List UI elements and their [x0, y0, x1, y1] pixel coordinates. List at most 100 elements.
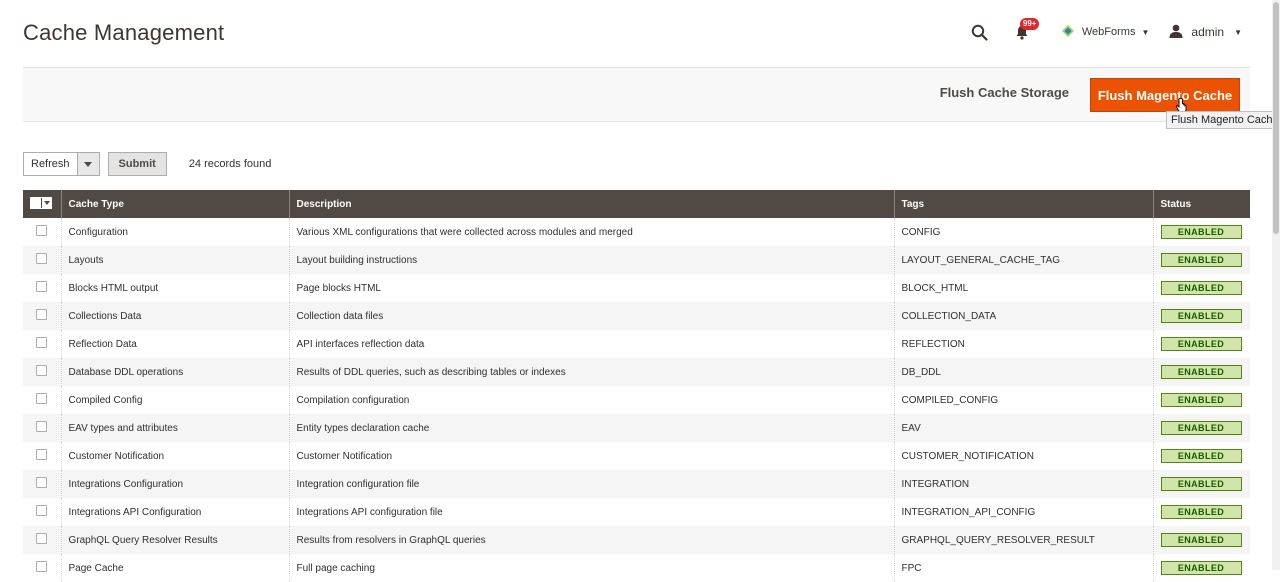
- row-checkbox[interactable]: [36, 393, 47, 404]
- scrollbar-thumb[interactable]: [1273, 2, 1279, 234]
- cache-type-cell: Reflection Data: [60, 330, 289, 358]
- cache-type-cell: Configuration: [60, 218, 289, 246]
- page-title: Cache Management: [23, 20, 225, 45]
- row-checkbox[interactable]: [36, 533, 47, 544]
- table-row[interactable]: Database DDL operations Results of DDL qu…: [23, 358, 1250, 386]
- row-checkbox[interactable]: [36, 505, 47, 516]
- mass-select-dropdown[interactable]: [30, 197, 52, 209]
- mass-action-select[interactable]: Refresh: [23, 152, 100, 176]
- status-badge: ENABLED: [1160, 337, 1242, 351]
- row-checkbox[interactable]: [36, 281, 47, 292]
- status-badge: ENABLED: [1160, 365, 1242, 379]
- status-cell: ENABLED: [1152, 330, 1250, 358]
- flush-magento-cache-button[interactable]: Flush Magento Cache: [1090, 78, 1240, 112]
- table-row[interactable]: GraphQL Query Resolver Results Results fr…: [23, 526, 1250, 554]
- status-badge: ENABLED: [1160, 561, 1242, 575]
- table-row[interactable]: EAV types and attributes Entity types dec…: [23, 414, 1250, 442]
- table-row[interactable]: Collections Data Collection data files COL…: [23, 302, 1250, 330]
- row-checkbox-cell: [23, 554, 61, 582]
- row-checkbox[interactable]: [36, 449, 47, 460]
- admin-label: admin: [1191, 25, 1225, 39]
- records-found-count: 24 records found: [188, 158, 272, 170]
- flush-cache-storage-button[interactable]: Flush Cache Storage: [940, 85, 1069, 100]
- notifications-button[interactable]: 99+: [1012, 18, 1040, 42]
- table-row[interactable]: Page Cache Full page caching FPC ENABLED: [23, 554, 1250, 582]
- row-checkbox-cell: [23, 526, 61, 554]
- status-badge: ENABLED: [1160, 505, 1242, 519]
- cache-type-cell: Layouts: [60, 246, 289, 274]
- status-badge: ENABLED: [1160, 421, 1242, 435]
- search-icon[interactable]: [970, 22, 990, 42]
- description-cell: Integrations API configuration file: [288, 498, 894, 526]
- tags-cell: EAV: [893, 414, 1153, 442]
- column-header-status[interactable]: Status: [1152, 190, 1250, 218]
- column-header-cache-type[interactable]: Cache Type: [60, 190, 289, 218]
- page-scrollbar[interactable]: [1272, 0, 1280, 570]
- status-badge: ENABLED: [1160, 533, 1242, 547]
- tooltip: Flush Magento Cache: [1166, 111, 1280, 129]
- row-checkbox-cell: [23, 330, 61, 358]
- submit-button[interactable]: Submit: [107, 152, 167, 176]
- status-cell: ENABLED: [1152, 498, 1250, 526]
- row-checkbox-cell: [23, 498, 61, 526]
- cache-types-grid: Cache Type Description Tags Status Confi…: [23, 190, 1250, 582]
- column-header-tags[interactable]: Tags: [893, 190, 1153, 218]
- row-checkbox[interactable]: [36, 365, 47, 376]
- tags-cell: BLOCK_HTML: [893, 274, 1153, 302]
- select-all-checkbox[interactable]: [31, 198, 42, 208]
- description-cell: Entity types declaration cache: [288, 414, 894, 442]
- cache-type-cell: Integrations API Configuration: [60, 498, 289, 526]
- row-checkbox-cell: [23, 358, 61, 386]
- grid-body: Configuration Various XML configurations …: [23, 218, 1250, 582]
- tags-cell: CONFIG: [893, 218, 1153, 246]
- description-cell: Collection data files: [288, 302, 894, 330]
- row-checkbox[interactable]: [36, 225, 47, 236]
- cache-type-cell: Database DDL operations: [60, 358, 289, 386]
- row-checkbox[interactable]: [36, 309, 47, 320]
- tags-cell: GRAPHQL_QUERY_RESOLVER_RESULT: [893, 526, 1153, 554]
- row-checkbox[interactable]: [36, 337, 47, 348]
- status-badge: ENABLED: [1160, 253, 1242, 267]
- table-row[interactable]: Blocks HTML output Page blocks HTML BLOCK_…: [23, 274, 1250, 302]
- table-row[interactable]: Integrations Configuration Integration co…: [23, 470, 1250, 498]
- status-badge: ENABLED: [1160, 449, 1242, 463]
- row-checkbox-cell: [23, 218, 61, 246]
- column-header-description[interactable]: Description: [288, 190, 894, 218]
- caret-down-icon: ▼: [1141, 27, 1150, 37]
- tags-cell: COMPILED_CONFIG: [893, 386, 1153, 414]
- cache-type-cell: Page Cache: [60, 554, 289, 582]
- row-checkbox-cell: [23, 442, 61, 470]
- description-cell: Customer Notification: [288, 442, 894, 470]
- table-row[interactable]: Reflection Data API interfaces reflection…: [23, 330, 1250, 358]
- status-cell: ENABLED: [1152, 302, 1250, 330]
- admin-user-menu[interactable]: admin ▼: [1169, 24, 1242, 41]
- table-row[interactable]: Configuration Various XML configurations …: [23, 218, 1250, 246]
- row-checkbox[interactable]: [36, 477, 47, 488]
- table-row[interactable]: Layouts Layout building instructions LAYOU…: [23, 246, 1250, 274]
- status-cell: ENABLED: [1152, 526, 1250, 554]
- header-actions: 99+ WebForms ▼ admin ▼: [970, 18, 1242, 46]
- status-cell: ENABLED: [1152, 442, 1250, 470]
- row-checkbox-cell: [23, 414, 61, 442]
- status-cell: ENABLED: [1152, 554, 1250, 582]
- table-row[interactable]: Customer Notification Customer Notificati…: [23, 442, 1250, 470]
- webforms-menu[interactable]: WebForms ▼: [1061, 24, 1150, 40]
- chevron-down-icon[interactable]: [76, 153, 99, 175]
- table-row[interactable]: Compiled Config Compilation configuration…: [23, 386, 1250, 414]
- row-checkbox-cell: [23, 274, 61, 302]
- grid-mass-actions: Refresh Submit 24 records found: [23, 152, 271, 176]
- row-checkbox-cell: [23, 470, 61, 498]
- row-checkbox[interactable]: [36, 561, 47, 572]
- description-cell: API interfaces reflection data: [288, 330, 894, 358]
- status-cell: ENABLED: [1152, 470, 1250, 498]
- description-cell: Full page caching: [288, 554, 894, 582]
- row-checkbox[interactable]: [36, 253, 47, 264]
- cache-type-cell: Blocks HTML output: [60, 274, 289, 302]
- table-row[interactable]: Integrations API Configuration Integratio…: [23, 498, 1250, 526]
- webforms-label: WebForms: [1081, 26, 1136, 38]
- row-checkbox-cell: [23, 302, 61, 330]
- row-checkbox[interactable]: [36, 421, 47, 432]
- status-badge: ENABLED: [1160, 393, 1242, 407]
- status-cell: ENABLED: [1152, 274, 1250, 302]
- cache-type-cell: Collections Data: [60, 302, 289, 330]
